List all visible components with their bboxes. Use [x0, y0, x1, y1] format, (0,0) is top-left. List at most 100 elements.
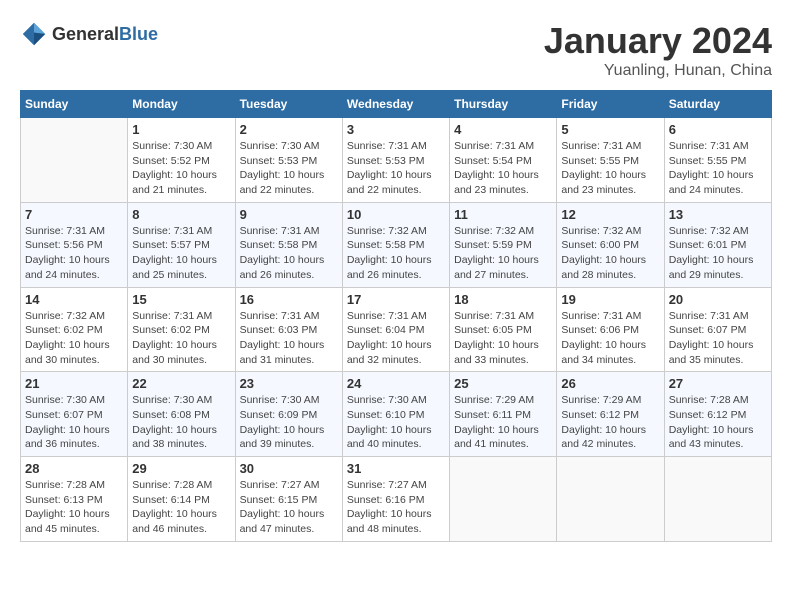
calendar-week-2: 14 Sunrise: 7:32 AM Sunset: 6:02 PM Dayl…	[21, 287, 772, 372]
daylight: Daylight: 10 hours and 25 minutes.	[132, 253, 230, 282]
sunrise: Sunrise: 7:31 AM	[347, 309, 445, 324]
day-number: 22	[132, 376, 230, 391]
sunrise: Sunrise: 7:29 AM	[561, 393, 659, 408]
sunset: Sunset: 5:58 PM	[240, 238, 338, 253]
day-info: Sunrise: 7:31 AM Sunset: 5:55 PM Dayligh…	[561, 139, 659, 198]
sunrise: Sunrise: 7:32 AM	[561, 224, 659, 239]
col-tuesday: Tuesday	[235, 91, 342, 118]
sunset: Sunset: 5:53 PM	[240, 154, 338, 169]
sunrise: Sunrise: 7:31 AM	[454, 309, 552, 324]
sunset: Sunset: 6:12 PM	[669, 408, 767, 423]
calendar-cell: 10 Sunrise: 7:32 AM Sunset: 5:58 PM Dayl…	[342, 202, 449, 287]
daylight: Daylight: 10 hours and 21 minutes.	[132, 168, 230, 197]
sunrise: Sunrise: 7:30 AM	[240, 393, 338, 408]
col-saturday: Saturday	[664, 91, 771, 118]
day-number: 11	[454, 207, 552, 222]
daylight: Daylight: 10 hours and 22 minutes.	[347, 168, 445, 197]
daylight: Daylight: 10 hours and 47 minutes.	[240, 507, 338, 536]
sunrise: Sunrise: 7:30 AM	[347, 393, 445, 408]
col-sunday: Sunday	[21, 91, 128, 118]
day-info: Sunrise: 7:28 AM Sunset: 6:12 PM Dayligh…	[669, 393, 767, 452]
day-number: 6	[669, 122, 767, 137]
day-number: 3	[347, 122, 445, 137]
daylight: Daylight: 10 hours and 45 minutes.	[25, 507, 123, 536]
daylight: Daylight: 10 hours and 23 minutes.	[561, 168, 659, 197]
calendar-cell: 26 Sunrise: 7:29 AM Sunset: 6:12 PM Dayl…	[557, 372, 664, 457]
col-thursday: Thursday	[450, 91, 557, 118]
day-number: 8	[132, 207, 230, 222]
day-info: Sunrise: 7:32 AM Sunset: 5:59 PM Dayligh…	[454, 224, 552, 283]
daylight: Daylight: 10 hours and 27 minutes.	[454, 253, 552, 282]
day-number: 29	[132, 461, 230, 476]
calendar-cell: 6 Sunrise: 7:31 AM Sunset: 5:55 PM Dayli…	[664, 118, 771, 203]
sunrise: Sunrise: 7:27 AM	[347, 478, 445, 493]
sunrise: Sunrise: 7:28 AM	[25, 478, 123, 493]
sunrise: Sunrise: 7:30 AM	[240, 139, 338, 154]
sunrise: Sunrise: 7:30 AM	[25, 393, 123, 408]
calendar-week-0: 1 Sunrise: 7:30 AM Sunset: 5:52 PM Dayli…	[21, 118, 772, 203]
logo: GeneralBlue	[20, 20, 158, 48]
calendar-cell: 18 Sunrise: 7:31 AM Sunset: 6:05 PM Dayl…	[450, 287, 557, 372]
sunset: Sunset: 5:56 PM	[25, 238, 123, 253]
day-info: Sunrise: 7:31 AM Sunset: 5:54 PM Dayligh…	[454, 139, 552, 198]
calendar-header-row: Sunday Monday Tuesday Wednesday Thursday…	[21, 91, 772, 118]
calendar-cell: 8 Sunrise: 7:31 AM Sunset: 5:57 PM Dayli…	[128, 202, 235, 287]
sunrise: Sunrise: 7:32 AM	[25, 309, 123, 324]
sunset: Sunset: 5:57 PM	[132, 238, 230, 253]
daylight: Daylight: 10 hours and 29 minutes.	[669, 253, 767, 282]
calendar-cell: 11 Sunrise: 7:32 AM Sunset: 5:59 PM Dayl…	[450, 202, 557, 287]
calendar-cell: 25 Sunrise: 7:29 AM Sunset: 6:11 PM Dayl…	[450, 372, 557, 457]
sunrise: Sunrise: 7:31 AM	[240, 224, 338, 239]
sunrise: Sunrise: 7:31 AM	[561, 139, 659, 154]
day-info: Sunrise: 7:28 AM Sunset: 6:13 PM Dayligh…	[25, 478, 123, 537]
day-info: Sunrise: 7:30 AM Sunset: 6:07 PM Dayligh…	[25, 393, 123, 452]
day-info: Sunrise: 7:31 AM Sunset: 5:55 PM Dayligh…	[669, 139, 767, 198]
day-number: 26	[561, 376, 659, 391]
calendar-cell: 27 Sunrise: 7:28 AM Sunset: 6:12 PM Dayl…	[664, 372, 771, 457]
calendar-week-1: 7 Sunrise: 7:31 AM Sunset: 5:56 PM Dayli…	[21, 202, 772, 287]
day-info: Sunrise: 7:31 AM Sunset: 6:02 PM Dayligh…	[132, 309, 230, 368]
sunset: Sunset: 6:07 PM	[669, 323, 767, 338]
sunset: Sunset: 6:02 PM	[25, 323, 123, 338]
calendar-cell: 19 Sunrise: 7:31 AM Sunset: 6:06 PM Dayl…	[557, 287, 664, 372]
calendar-cell: 29 Sunrise: 7:28 AM Sunset: 6:14 PM Dayl…	[128, 457, 235, 542]
sunset: Sunset: 5:54 PM	[454, 154, 552, 169]
calendar-cell: 21 Sunrise: 7:30 AM Sunset: 6:07 PM Dayl…	[21, 372, 128, 457]
day-info: Sunrise: 7:31 AM Sunset: 6:04 PM Dayligh…	[347, 309, 445, 368]
calendar-cell: 14 Sunrise: 7:32 AM Sunset: 6:02 PM Dayl…	[21, 287, 128, 372]
calendar-cell: 31 Sunrise: 7:27 AM Sunset: 6:16 PM Dayl…	[342, 457, 449, 542]
day-info: Sunrise: 7:31 AM Sunset: 5:58 PM Dayligh…	[240, 224, 338, 283]
sunset: Sunset: 6:03 PM	[240, 323, 338, 338]
daylight: Daylight: 10 hours and 48 minutes.	[347, 507, 445, 536]
daylight: Daylight: 10 hours and 38 minutes.	[132, 423, 230, 452]
sunrise: Sunrise: 7:32 AM	[669, 224, 767, 239]
day-number: 2	[240, 122, 338, 137]
day-info: Sunrise: 7:27 AM Sunset: 6:16 PM Dayligh…	[347, 478, 445, 537]
sunset: Sunset: 6:14 PM	[132, 493, 230, 508]
sunrise: Sunrise: 7:31 AM	[669, 139, 767, 154]
calendar-cell: 12 Sunrise: 7:32 AM Sunset: 6:00 PM Dayl…	[557, 202, 664, 287]
day-number: 20	[669, 292, 767, 307]
daylight: Daylight: 10 hours and 24 minutes.	[25, 253, 123, 282]
sunset: Sunset: 6:02 PM	[132, 323, 230, 338]
month-title: January 2024	[544, 20, 772, 62]
sunset: Sunset: 6:06 PM	[561, 323, 659, 338]
daylight: Daylight: 10 hours and 24 minutes.	[669, 168, 767, 197]
daylight: Daylight: 10 hours and 40 minutes.	[347, 423, 445, 452]
sunrise: Sunrise: 7:30 AM	[132, 139, 230, 154]
sunset: Sunset: 5:52 PM	[132, 154, 230, 169]
sunset: Sunset: 6:01 PM	[669, 238, 767, 253]
day-number: 21	[25, 376, 123, 391]
sunrise: Sunrise: 7:31 AM	[25, 224, 123, 239]
sunset: Sunset: 6:05 PM	[454, 323, 552, 338]
col-monday: Monday	[128, 91, 235, 118]
daylight: Daylight: 10 hours and 39 minutes.	[240, 423, 338, 452]
day-info: Sunrise: 7:31 AM Sunset: 5:56 PM Dayligh…	[25, 224, 123, 283]
daylight: Daylight: 10 hours and 35 minutes.	[669, 338, 767, 367]
day-number: 25	[454, 376, 552, 391]
sunset: Sunset: 6:15 PM	[240, 493, 338, 508]
day-number: 15	[132, 292, 230, 307]
day-info: Sunrise: 7:31 AM Sunset: 6:07 PM Dayligh…	[669, 309, 767, 368]
logo-general: GeneralBlue	[52, 24, 158, 45]
sunset: Sunset: 6:08 PM	[132, 408, 230, 423]
